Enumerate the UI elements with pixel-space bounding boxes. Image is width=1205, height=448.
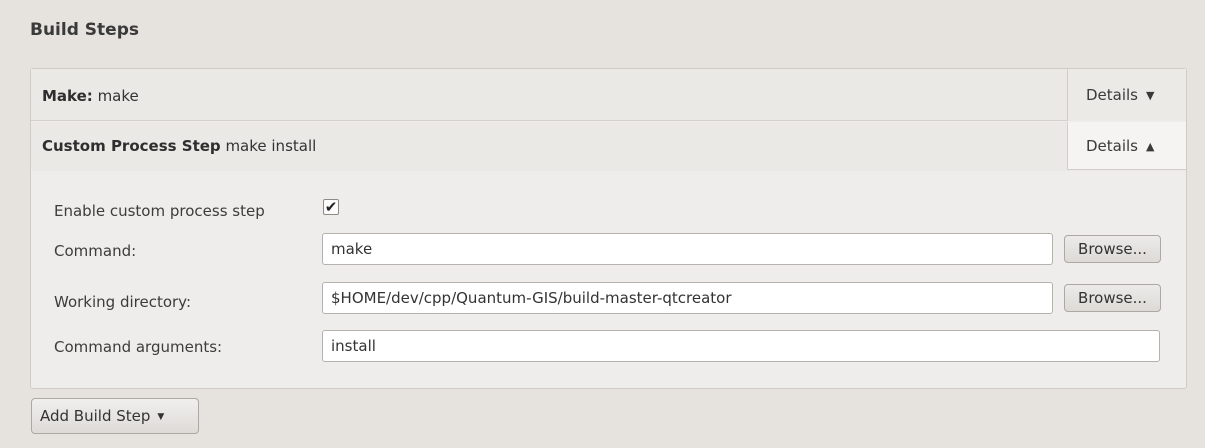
details-button-make[interactable]: Details ▼ bbox=[1067, 69, 1186, 121]
step-title-bold: Custom Process Step bbox=[42, 137, 221, 155]
section-title: Build Steps bbox=[30, 20, 139, 40]
working-directory-label: Working directory: bbox=[54, 293, 192, 311]
step-title-rest: make install bbox=[220, 137, 317, 155]
enable-custom-step-label: Enable custom process step bbox=[54, 202, 265, 220]
custom-step-details: Enable custom process step ✔ Command: ma… bbox=[31, 171, 1186, 389]
step-header-custom-process[interactable]: Custom Process Step make install Details… bbox=[31, 122, 1186, 171]
command-arguments-label: Command arguments: bbox=[54, 338, 223, 356]
command-browse-button[interactable]: Browse... bbox=[1064, 235, 1161, 263]
step-title-bold: Make: bbox=[42, 87, 93, 105]
step-header-make[interactable]: Make: make Details ▼ bbox=[31, 69, 1186, 121]
working-directory-input[interactable]: $HOME/dev/cpp/Quantum-GIS/build-master-q… bbox=[322, 282, 1053, 314]
command-arguments-input[interactable]: install bbox=[322, 330, 1160, 362]
add-build-step-label: Add Build Step bbox=[40, 407, 151, 425]
build-steps-panel: Make: make Details ▼ Custom Process Step … bbox=[30, 68, 1187, 389]
working-directory-browse-button[interactable]: Browse... bbox=[1064, 284, 1161, 312]
step-title-rest: make bbox=[92, 87, 139, 105]
command-input[interactable]: make bbox=[322, 233, 1053, 265]
command-label: Command: bbox=[54, 242, 137, 260]
details-button-custom-process[interactable]: Details ▲ bbox=[1067, 122, 1186, 170]
details-label: Details bbox=[1086, 137, 1139, 155]
step-title-custom-process: Custom Process Step make install bbox=[42, 137, 316, 155]
step-title-make: Make: make bbox=[42, 87, 139, 105]
check-icon: ✔ bbox=[324, 198, 338, 216]
dropdown-caret-icon: ▼ bbox=[157, 412, 165, 422]
build-steps-page: Build Steps Make: make Details ▼ Custom P… bbox=[0, 0, 1205, 448]
enable-custom-step-checkbox[interactable]: ✔ bbox=[323, 199, 339, 215]
triangle-down-icon: ▼ bbox=[1146, 89, 1155, 102]
add-build-step-button[interactable]: Add Build Step ▼ bbox=[31, 398, 199, 434]
triangle-up-icon: ▲ bbox=[1146, 140, 1155, 153]
details-label: Details bbox=[1086, 86, 1139, 104]
